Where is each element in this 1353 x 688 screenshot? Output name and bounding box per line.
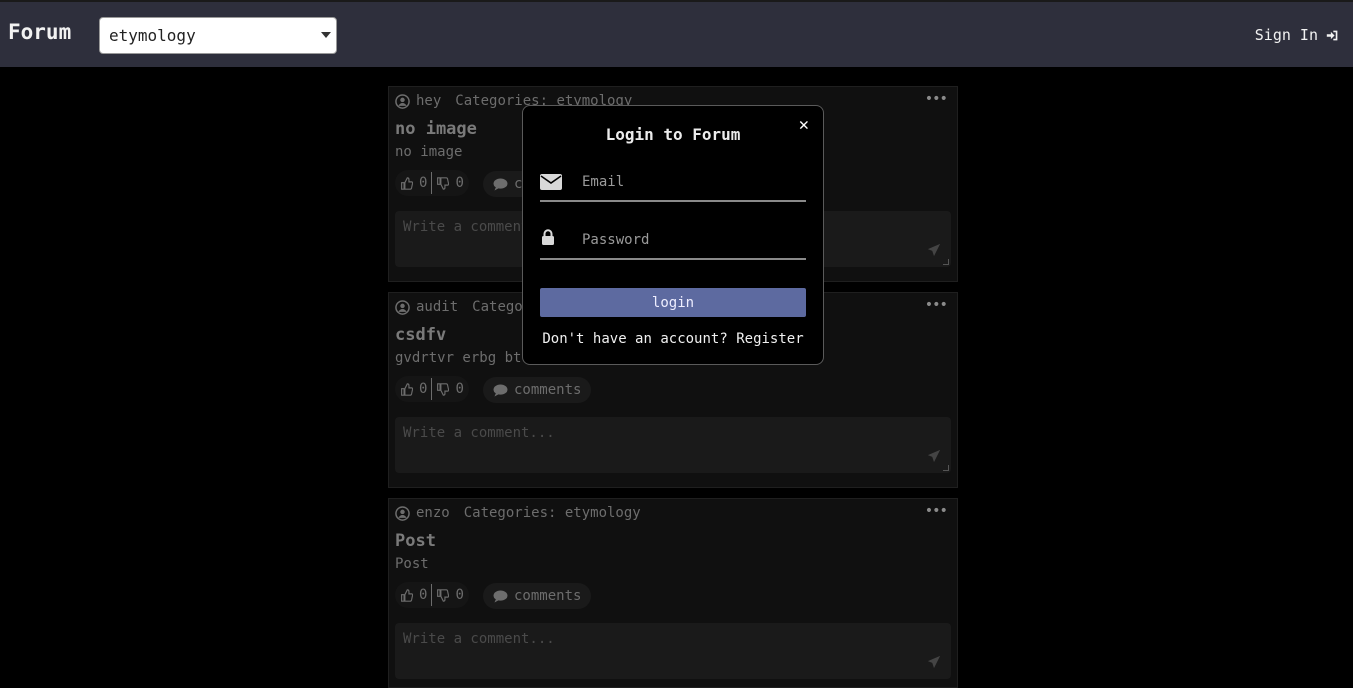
comments-label: comments [514, 588, 582, 604]
vote-divider [431, 172, 433, 194]
top-navbar: Forum etymology Sign In [0, 0, 1353, 67]
vote-group: 0 0 [395, 376, 469, 402]
thumbs-up-icon [401, 588, 413, 602]
like-button[interactable]: 0 [400, 587, 427, 603]
post-author[interactable]: enzo [416, 505, 450, 521]
dislike-count: 0 [455, 587, 464, 603]
send-icon[interactable] [927, 449, 941, 463]
post-title[interactable]: Post [395, 531, 436, 551]
modal-title: Login to Forum [605, 125, 741, 144]
like-count: 0 [419, 587, 428, 603]
email-input[interactable] [580, 170, 800, 194]
thumbs-down-icon [437, 176, 450, 190]
close-icon[interactable]: ✕ [799, 115, 809, 135]
vote-group: 0 0 [395, 170, 469, 196]
post-categories: Categories: etymology [463, 505, 641, 521]
brand-logo[interactable]: Forum [8, 20, 71, 44]
comment-icon [493, 177, 508, 191]
password-input[interactable] [580, 228, 800, 252]
post-body: Post [395, 556, 429, 572]
post-body: no image [395, 144, 463, 160]
vote-group: 0 0 [395, 582, 469, 608]
category-select-value: etymology [109, 26, 196, 45]
more-options-icon[interactable]: ••• [925, 503, 948, 519]
post-meta: enzo Categories: etymology [395, 505, 641, 521]
thumbs-down-icon [437, 588, 450, 602]
send-icon[interactable] [927, 243, 941, 257]
post-title[interactable]: csdfv [395, 325, 446, 345]
resize-handle[interactable] [943, 465, 949, 471]
comment-icon [493, 589, 508, 603]
register-prompt: Don't have an account? Register [523, 331, 823, 347]
more-options-icon[interactable]: ••• [925, 297, 948, 313]
sign-in-label: Sign In [1254, 26, 1318, 44]
envelope-icon [540, 174, 562, 190]
category-select[interactable]: etymology [99, 17, 337, 54]
thumbs-up-icon [401, 176, 413, 190]
dislike-count: 0 [455, 175, 464, 191]
comment-input[interactable]: Write a comment... [395, 417, 951, 473]
thumbs-down-icon [437, 382, 450, 396]
comments-label: comments [514, 382, 582, 398]
lock-icon [542, 229, 554, 245]
user-icon [395, 93, 410, 109]
dislike-button[interactable]: 0 [436, 381, 464, 397]
like-count: 0 [419, 381, 428, 397]
send-icon[interactable] [927, 655, 941, 669]
comment-placeholder: Write a comment... [403, 631, 555, 647]
chevron-down-icon [321, 32, 331, 38]
post-author[interactable]: audit [416, 299, 458, 315]
like-button[interactable]: 0 [400, 381, 427, 397]
comments-button[interactable]: comments [483, 377, 592, 403]
user-icon [395, 299, 410, 315]
login-button[interactable]: login [540, 288, 806, 317]
comment-icon [493, 383, 508, 397]
resize-handle[interactable] [943, 259, 949, 265]
comment-placeholder: Write a comment... [403, 425, 555, 441]
register-prompt-text: Don't have an account? [542, 331, 728, 347]
post-card: enzo Categories: etymology ••• Post Post… [388, 498, 958, 688]
like-button[interactable]: 0 [400, 175, 427, 191]
sign-in-button[interactable]: Sign In [1255, 26, 1339, 44]
email-field [540, 166, 806, 202]
dislike-button[interactable]: 0 [436, 587, 464, 603]
thumbs-up-icon [401, 382, 413, 396]
dislike-button[interactable]: 0 [436, 175, 464, 191]
register-link[interactable]: Register [736, 331, 803, 347]
sign-in-icon [1326, 30, 1338, 40]
like-count: 0 [419, 175, 428, 191]
vote-divider [431, 378, 433, 400]
password-field [540, 224, 806, 260]
post-title[interactable]: no image [395, 119, 477, 139]
more-options-icon[interactable]: ••• [925, 91, 948, 107]
login-modal: Login to Forum ✕ login Don't have an acc… [522, 105, 824, 365]
vote-divider [431, 584, 433, 606]
user-icon [395, 505, 410, 521]
post-author[interactable]: hey [416, 93, 441, 109]
comment-input[interactable]: Write a comment... [395, 623, 951, 679]
dislike-count: 0 [455, 381, 464, 397]
comments-button[interactable]: comments [483, 583, 592, 609]
